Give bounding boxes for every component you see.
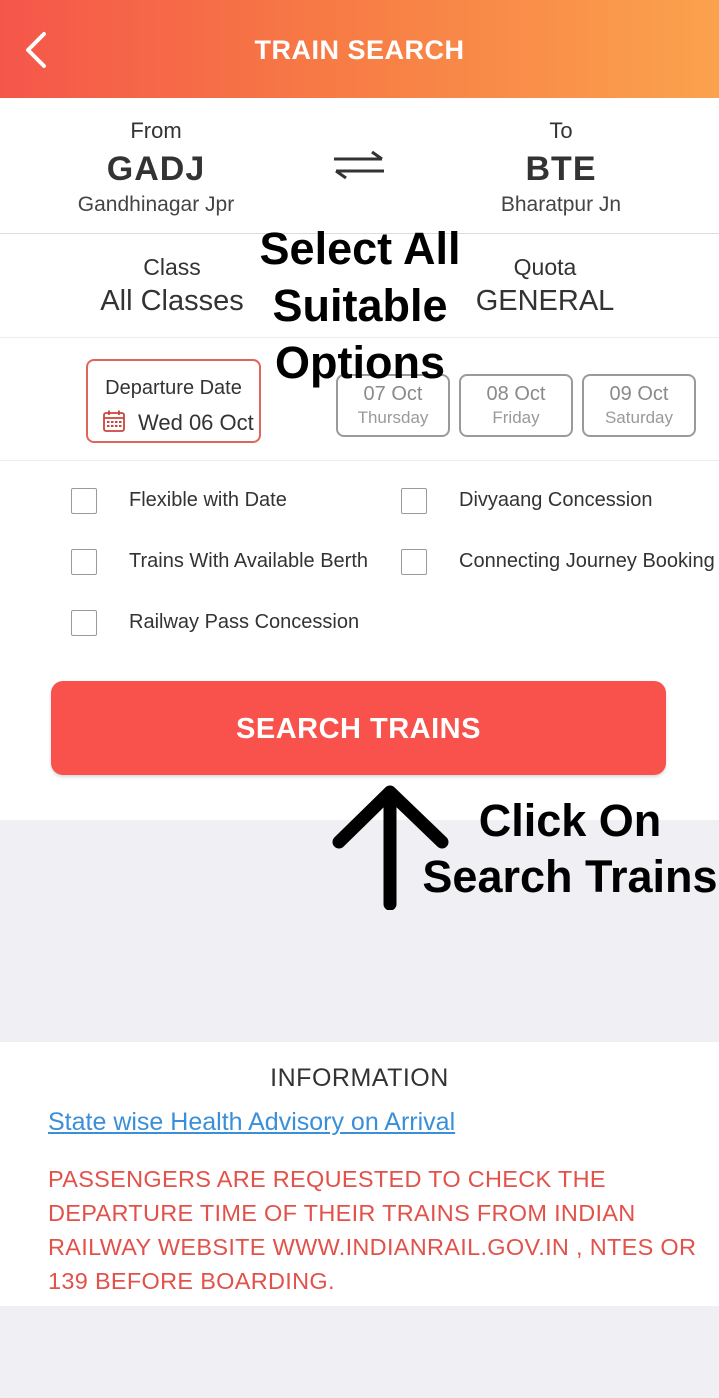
option-label: Flexible with Date xyxy=(129,489,287,511)
instruction-overlay-click: Click On Search Trains xyxy=(420,793,719,905)
app-header: TRAIN SEARCH xyxy=(0,0,719,98)
from-code: GADJ xyxy=(106,150,206,188)
overlay-line: Click On xyxy=(478,795,662,846)
overlay-line: Suitable xyxy=(272,280,448,331)
to-code: BTE xyxy=(525,150,597,188)
option-label: Railway Pass Concession xyxy=(129,611,360,633)
search-trains-button[interactable]: SEARCH TRAINS xyxy=(51,681,666,775)
from-station[interactable]: From GADJ Gandhinagar Jpr xyxy=(16,98,296,217)
information-panel: INFORMATION State wise Health Advisory o… xyxy=(0,1042,719,1306)
information-notice: PASSENGERS ARE REQUESTED TO CHECK THE DE… xyxy=(48,1166,697,1294)
chip-date: 09 Oct xyxy=(609,383,669,405)
option-label: Divyaang Concession xyxy=(459,489,653,511)
checkbox[interactable] xyxy=(71,610,97,636)
calendar-icon xyxy=(103,410,125,432)
from-name: Gandhinagar Jpr xyxy=(77,193,235,216)
checkbox[interactable] xyxy=(71,549,97,575)
to-label: To xyxy=(549,118,573,143)
date-chip[interactable]: 09 Oct Saturday xyxy=(582,374,696,437)
footer-area xyxy=(0,1306,719,1398)
chip-day: Saturday xyxy=(604,408,674,427)
swap-arrows-icon[interactable] xyxy=(330,150,388,180)
checkbox[interactable] xyxy=(401,549,427,575)
to-station[interactable]: To BTE Bharatpur Jn xyxy=(421,98,701,217)
chip-day: Friday xyxy=(492,408,540,427)
from-label: From xyxy=(130,118,182,143)
option-label: Connecting Journey Booking xyxy=(459,550,715,572)
overlay-line: Select All xyxy=(259,223,461,274)
checkbox[interactable] xyxy=(71,488,97,514)
page-title: TRAIN SEARCH xyxy=(254,35,465,65)
instruction-overlay-select: Select All Suitable Options xyxy=(220,220,500,391)
overlay-line: Search Trains xyxy=(422,851,718,902)
information-heading: INFORMATION xyxy=(270,1064,449,1092)
departure-value: Wed 06 Oct xyxy=(138,410,254,435)
to-name: Bharatpur Jn xyxy=(500,193,622,216)
option-label: Trains With Available Berth xyxy=(129,550,368,572)
chip-day: Thursday xyxy=(357,408,429,427)
health-advisory-link[interactable]: State wise Health Advisory on Arrival xyxy=(48,1108,455,1137)
overlay-line: Options xyxy=(275,337,445,388)
checkbox[interactable] xyxy=(401,488,427,514)
station-selector: From GADJ Gandhinagar Jpr To BTE Bharatp… xyxy=(0,98,719,234)
